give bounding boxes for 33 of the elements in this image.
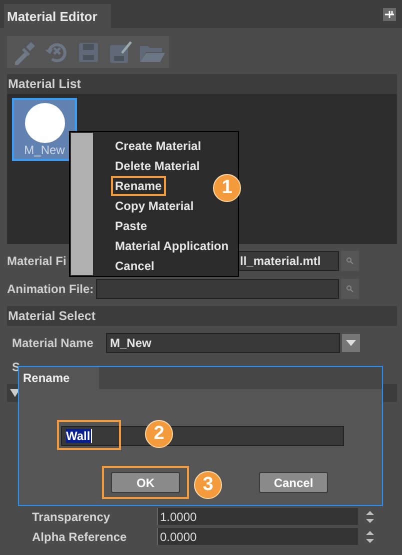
menu-item[interactable]: Material Application — [111, 236, 233, 256]
number-field[interactable]: 0.0000 — [157, 528, 358, 545]
property-label: Alpha Reference — [32, 530, 128, 544]
highlight-frame — [57, 420, 121, 450]
field-label: Material Name — [12, 336, 94, 350]
caret-icon — [346, 340, 356, 346]
material-name-dropdown[interactable]: M_New — [106, 333, 340, 353]
number-field[interactable]: 1.0000 — [157, 508, 358, 525]
search-button[interactable] — [341, 251, 359, 271]
section-header: Material List — [7, 77, 81, 91]
menu-item[interactable]: Delete Material — [111, 156, 204, 176]
search-button[interactable] — [341, 279, 359, 299]
spinner-icon[interactable] — [366, 530, 374, 544]
thumbnail-label: M_New — [24, 143, 65, 157]
search-icon — [346, 257, 354, 265]
sphere-icon — [24, 103, 64, 143]
step-badge: 1 — [213, 174, 241, 202]
panel-title: Material Editor — [4, 4, 112, 28]
menu-item[interactable]: Paste — [111, 216, 152, 236]
menu-item[interactable]: Create Material — [111, 136, 206, 156]
search-icon — [346, 285, 354, 293]
collapse-arrow-icon[interactable] — [10, 389, 20, 397]
field-label: Animation File: — [7, 282, 95, 296]
spinner-icon[interactable] — [366, 510, 374, 524]
dock-icon[interactable] — [383, 8, 396, 21]
property-label: Transparency — [32, 510, 112, 524]
file-field[interactable] — [96, 279, 339, 299]
step-badge: 3 — [194, 471, 222, 499]
menu-item[interactable]: Cancel — [111, 256, 158, 276]
step-badge: 2 — [145, 420, 173, 448]
dropdown-button[interactable] — [342, 334, 360, 352]
section-header: Material Select — [7, 309, 96, 323]
field-label: Material Fi — [7, 254, 68, 268]
